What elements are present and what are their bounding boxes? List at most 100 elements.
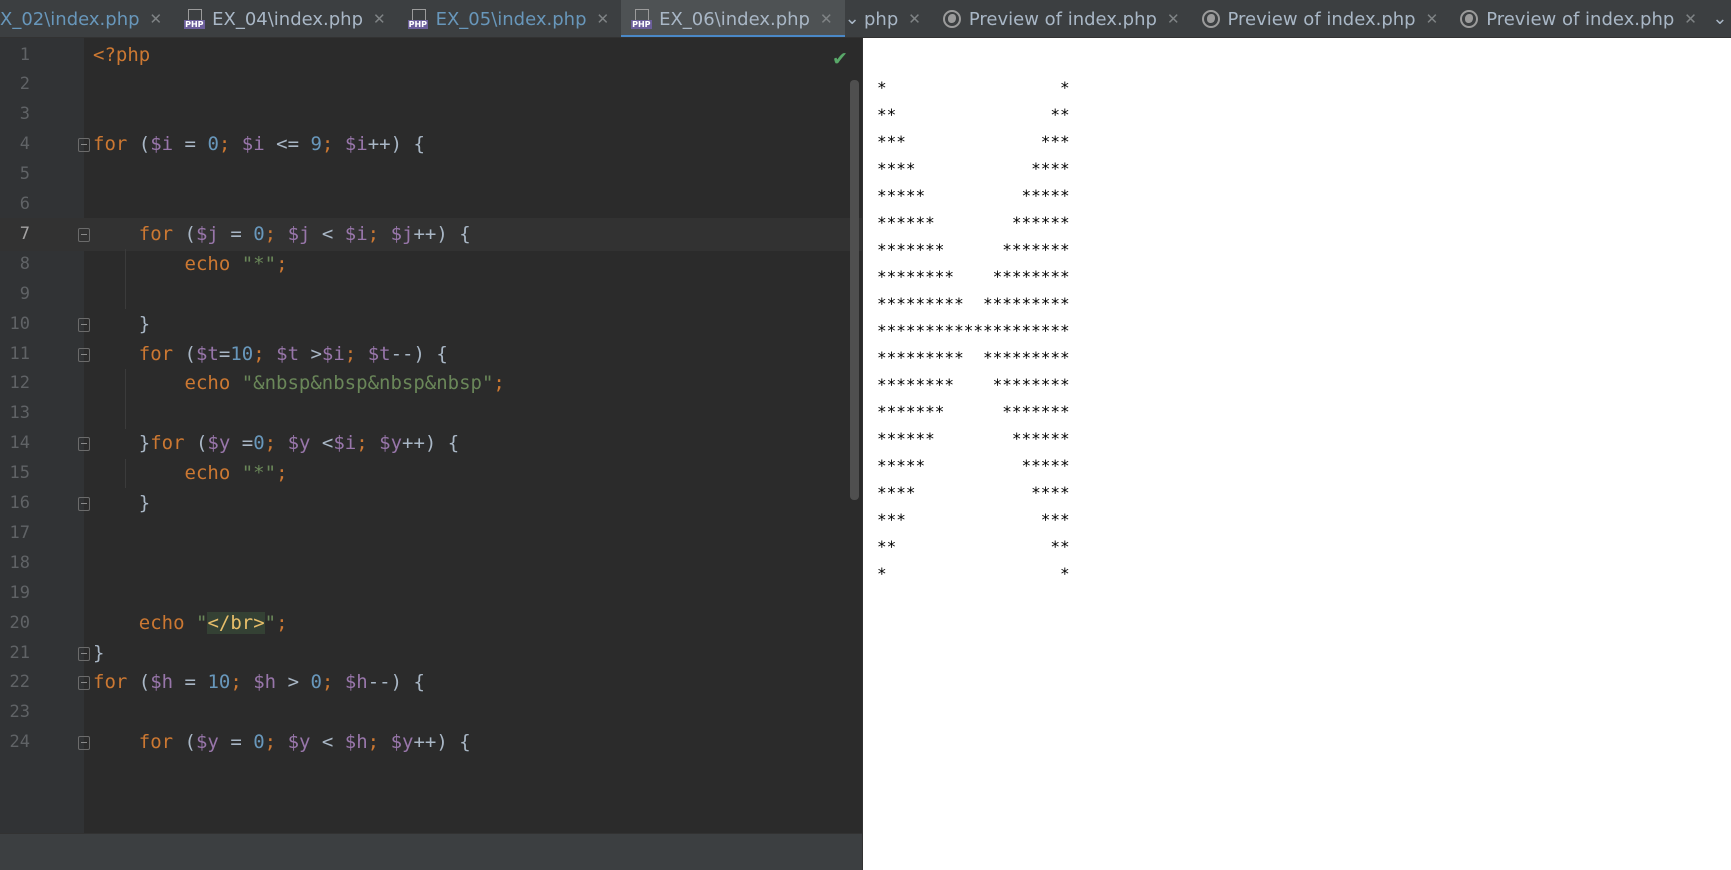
code-line[interactable]: 20 echo "</br>"; [0,607,862,640]
code-text: for ($h = 10; $h > 0; $h--) { [93,671,425,694]
code-text: echo "&nbsp&nbsp&nbsp&nbsp"; [184,372,505,395]
inspection-ok-check-icon[interactable]: ✔ [832,48,848,70]
line-number: 23 [9,702,30,723]
code-line[interactable]: 4 for ($i = 0; $i <= 9; $i++) { [0,128,862,161]
chevron-down-icon[interactable]: ⌄ [1709,0,1731,37]
indent-guide [125,368,126,429]
code-text: } [93,312,151,335]
globe-icon [942,10,961,28]
code-line[interactable]: 8 echo "*"; [0,248,862,281]
code-line[interactable]: 10 } [0,308,862,341]
php-badge: PHP [631,20,652,29]
fold-marker-icon[interactable] [78,227,90,242]
code-line[interactable]: 21} [0,637,862,670]
code-line[interactable]: 13 [0,397,862,430]
indent-guide [125,458,126,489]
code-line[interactable]: 15 echo "*"; [0,457,862,490]
close-icon[interactable]: ✕ [373,10,386,28]
preview-tab[interactable]: php ✕ [862,0,933,37]
line-number: 10 [9,313,30,334]
code-line[interactable]: 11 for ($t=10; $t >$i; $t--) { [0,338,862,371]
code-line[interactable]: 7 for ($j = 0; $j < $i; $j++) { [0,217,862,251]
fold-marker-icon[interactable] [78,347,90,362]
output-line: ***** ***** [877,186,1070,205]
code-line[interactable]: 18 [0,547,862,580]
close-icon[interactable]: ✕ [1684,10,1697,28]
php-badge: PHP [407,20,429,29]
globe-icon [1460,10,1479,28]
code-line[interactable]: 22 for ($h = 10; $h > 0; $h--) { [0,666,862,699]
preview-tab[interactable]: Preview of index.php ✕ [1192,0,1451,37]
globe-icon [1201,10,1220,28]
code-line[interactable]: 16 } [0,487,862,520]
output-line: *** *** [877,132,1070,151]
code-line[interactable]: 23 [0,696,862,729]
fold-marker-icon[interactable] [78,497,90,511]
code-text: echo "*"; [184,462,288,485]
output-line: ******** ******** [877,375,1070,394]
output-line: ******* ******* [877,402,1070,421]
close-icon[interactable]: ✕ [1426,10,1439,28]
output-line: ******* ******* [877,240,1070,259]
indent-guide [125,249,126,310]
preview-tab-label: Preview of index.php [968,8,1157,30]
line-number: 15 [9,463,30,484]
output-line: ********* ********* [877,348,1070,367]
php-file-icon: PHP [631,9,653,29]
fold-marker-icon[interactable] [78,676,90,691]
code-line[interactable]: 2 [0,68,862,101]
code-line[interactable]: 24 for ($y = 0; $y < $h; $y++) { [0,726,862,759]
code-line[interactable]: 12 echo "&nbsp&nbsp&nbsp&nbsp"; [0,367,862,400]
editor-tab-label: EX_04\index.php [212,8,364,30]
preview-tab-label: Preview of index.php [1227,8,1416,30]
code-line[interactable]: 1 <?php [0,39,862,72]
preview-tab-bar: php ✕ Preview of index.php ✕ Preview of inde… [862,0,1731,38]
editor-tab[interactable]: PHP EX_05\index.php ✕ [398,0,621,37]
code-line[interactable]: 17 [0,517,862,550]
line-number: 12 [9,373,30,394]
line-number: 6 [19,194,30,214]
line-number: 4 [19,134,30,155]
output-line: ***** ***** [877,456,1070,475]
fold-marker-icon[interactable] [78,736,90,751]
code-line[interactable]: 14 }for ($y =0; $y <$i; $y++) { [0,427,862,460]
code-text: for ($i = 0; $i <= 9; $i++) { [93,133,425,156]
close-icon[interactable]: ✕ [597,10,610,28]
code-line[interactable]: 19 [0,577,862,610]
preview-tab[interactable]: Preview of index.php ✕ [1450,0,1709,37]
line-number: 14 [9,433,30,454]
line-number: 1 [19,44,30,65]
code-line[interactable]: 3 [0,98,862,131]
line-number: 7 [19,223,30,244]
fold-marker-icon[interactable] [78,138,90,153]
close-icon[interactable]: ✕ [150,10,163,28]
code-text: for ($t=10; $t >$i; $t--) { [138,342,448,365]
fold-marker-icon[interactable] [78,646,90,661]
code-text: echo "</br>"; [138,611,288,634]
preview-tab[interactable]: Preview of index.php ✕ [933,0,1192,37]
editor-tab[interactable]: PHP EX_04\index.php ✕ [174,0,397,37]
line-number: 13 [9,403,30,424]
close-icon[interactable]: ✕ [908,10,921,28]
fold-marker-icon[interactable] [78,317,90,332]
editor-tab[interactable]: X_02\index.php ✕ [0,0,174,37]
output-line: ****** ****** [877,213,1070,232]
line-number: 11 [9,343,30,364]
code-line[interactable]: 6 [0,188,862,221]
editor-vertical-scrollbar[interactable] [850,80,859,500]
fold-marker-icon[interactable] [78,437,90,452]
code-line[interactable]: 5 [0,158,862,191]
code-text: } [93,492,151,514]
output-line: *** *** [877,510,1070,529]
code-line[interactable]: 9 [0,278,862,311]
code-editor-pane[interactable]: 1 <?php 2 3 4 for ($i = 0; $i <= 9; $i++) {5 6… [0,0,862,870]
close-icon[interactable]: ✕ [820,10,833,28]
chevron-down-icon[interactable]: ⌄ [845,0,860,37]
editor-tab[interactable]: PHP EX_06\index.php ✕ [621,0,846,37]
output-line: **** **** [877,159,1070,178]
code-text: } [93,641,105,664]
editor-tab-label: X_02\index.php [0,8,140,30]
output-line: ******** ******** [877,267,1070,286]
line-number: 5 [19,164,30,185]
close-icon[interactable]: ✕ [1167,10,1180,28]
